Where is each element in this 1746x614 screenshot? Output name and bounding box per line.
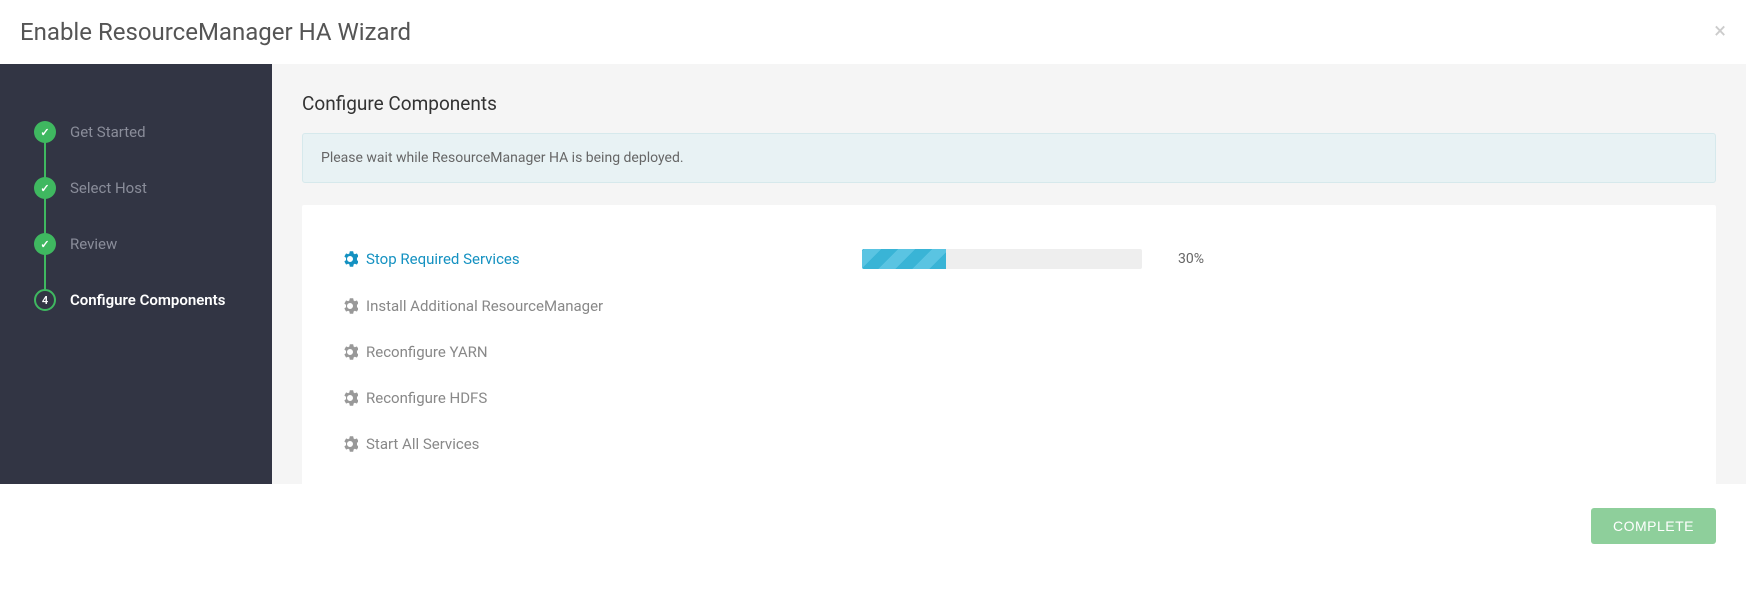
wizard-body: Get Started Select Host Review 4 Configu… xyxy=(0,64,1746,484)
progress-bar-container xyxy=(862,249,1142,269)
task-row: Stop Required Services 30% xyxy=(342,235,1676,283)
step-label: Review xyxy=(70,235,117,253)
progress-percent-label: 30% xyxy=(1142,251,1204,267)
step-select-host[interactable]: Select Host xyxy=(0,160,272,216)
step-connector xyxy=(44,254,46,290)
task-label: Install Additional ResourceManager xyxy=(366,297,603,315)
step-configure-components[interactable]: 4 Configure Components xyxy=(0,272,272,328)
task-row: Install Additional ResourceManager xyxy=(342,283,1676,329)
check-icon xyxy=(34,177,56,199)
task-link-stop-services[interactable]: Stop Required Services xyxy=(366,250,520,268)
wizard-header: Enable ResourceManager HA Wizard × xyxy=(0,0,1746,64)
task-row: Start All Services xyxy=(342,421,1676,467)
complete-button[interactable]: COMPLETE xyxy=(1591,508,1716,544)
step-number-badge: 4 xyxy=(34,289,56,311)
wizard-title: Enable ResourceManager HA Wizard xyxy=(20,18,411,46)
step-review[interactable]: Review xyxy=(0,216,272,272)
gear-icon xyxy=(342,344,358,360)
progress-bar xyxy=(862,249,1142,269)
step-label: Get Started xyxy=(70,123,146,141)
info-message: Please wait while ResourceManager HA is … xyxy=(302,133,1716,183)
wizard-main: Configure Components Please wait while R… xyxy=(272,64,1746,484)
tasks-panel: Stop Required Services 30% Install Addit… xyxy=(302,205,1716,497)
task-row: Reconfigure HDFS xyxy=(342,375,1676,421)
check-icon xyxy=(34,121,56,143)
task-label: Reconfigure YARN xyxy=(366,343,488,361)
step-get-started[interactable]: Get Started xyxy=(0,104,272,160)
step-connector xyxy=(44,142,46,178)
check-icon xyxy=(34,233,56,255)
gear-icon xyxy=(342,390,358,406)
gear-icon xyxy=(342,251,358,267)
wizard-sidebar: Get Started Select Host Review 4 Configu… xyxy=(0,64,272,484)
step-label: Select Host xyxy=(70,179,147,197)
gear-icon xyxy=(342,436,358,452)
task-label: Reconfigure HDFS xyxy=(366,389,487,407)
close-icon[interactable]: × xyxy=(1714,21,1726,43)
progress-fill xyxy=(862,249,946,269)
page-title: Configure Components xyxy=(302,92,1716,115)
step-label: Configure Components xyxy=(70,291,225,309)
step-connector xyxy=(44,198,46,234)
task-row: Reconfigure YARN xyxy=(342,329,1676,375)
task-label: Start All Services xyxy=(366,435,479,453)
gear-icon xyxy=(342,298,358,314)
